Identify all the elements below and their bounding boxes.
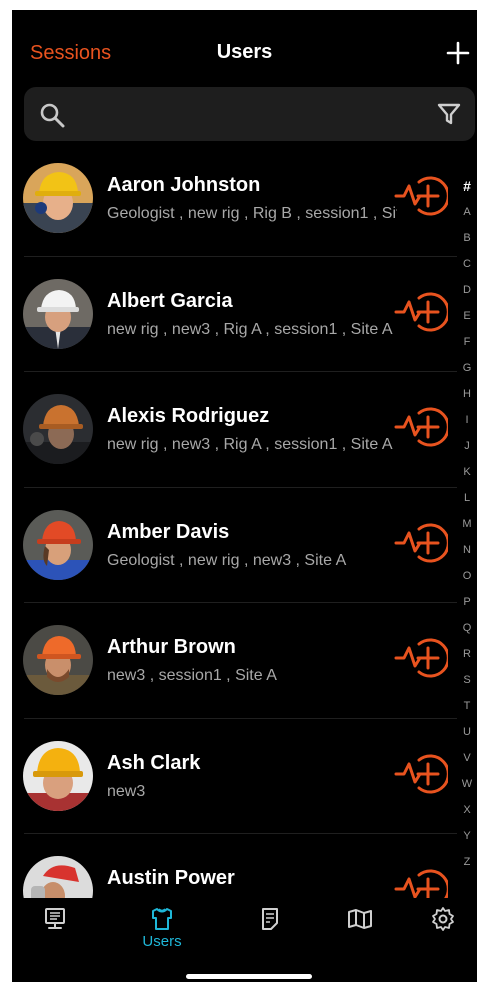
index-letter[interactable]: H [457,381,477,407]
shirt-icon [152,908,172,930]
list-item[interactable]: Amber Davis Geologist , new rig , new3 ,… [12,488,457,603]
list-item[interactable]: Aaron Johnston Geologist , new rig , Rig… [12,141,457,257]
user-name: Austin Power [107,867,235,889]
index-letter[interactable]: N [457,537,477,563]
index-letter[interactable]: R [457,641,477,667]
index-letter[interactable]: V [457,745,477,771]
index-letter[interactable]: A [457,199,477,225]
filter-icon[interactable] [436,101,462,127]
index-letter[interactable]: G [457,355,477,381]
index-letter[interactable]: P [457,589,477,615]
avatar [23,856,93,898]
user-list: Aaron Johnston Geologist , new rig , Rig… [12,141,457,898]
add-to-session-icon[interactable] [394,174,448,218]
user-name: Albert Garcia [107,289,233,312]
list-item[interactable]: Alexis Rodriguez new rig , new3 , Rig A … [12,372,457,488]
index-letter[interactable]: S [457,667,477,693]
list-item[interactable]: Ash Clark new3 [12,719,457,834]
add-to-session-icon[interactable] [394,405,448,449]
avatar [23,509,93,580]
list-item[interactable]: Albert Garcia new rig , new3 , Rig A , s… [12,257,457,372]
avatar [23,740,93,811]
add-user-icon[interactable] [446,41,470,65]
index-letter[interactable]: U [457,719,477,745]
index-letter[interactable]: Q [457,615,477,641]
add-to-session-icon[interactable] [394,290,448,334]
monitor-icon [45,908,65,929]
index-letter[interactable]: M [457,511,477,537]
index-letter[interactable]: K [457,459,477,485]
index-letter[interactable]: W [457,771,477,797]
bottom-nav: Users [12,898,477,982]
avatar [23,278,93,349]
index-letter[interactable]: D [457,277,477,303]
alphabet-index[interactable]: # A B C D E F G H I J K L M N O P Q R S … [457,173,477,875]
nav-map[interactable] [330,906,390,956]
nav-users-label: Users [142,933,182,950]
user-name: Amber Davis [107,520,230,543]
avatar [23,163,93,233]
gear-icon [432,907,454,931]
header: Sessions Users [12,10,477,86]
add-to-session-icon[interactable] [394,521,448,565]
home-indicator[interactable] [186,974,312,979]
add-to-session-icon[interactable] [394,636,448,680]
page-title: Users [216,41,273,63]
index-letter[interactable]: X [457,797,477,823]
user-tags: Geologist , new rig , Rig B , session1 ,… [107,205,397,222]
app-screen: Sessions Users Aaron Johnston Geologist … [12,10,477,982]
search-icon [40,103,65,128]
nav-settings[interactable] [413,906,473,956]
user-name: Arthur Brown [107,636,236,658]
add-to-session-icon[interactable] [394,867,448,898]
index-letter[interactable]: # [457,173,477,199]
index-letter[interactable]: B [457,225,477,251]
user-name: Aaron Johnston [107,174,261,196]
nav-sessions[interactable] [25,906,85,956]
user-tags: new rig , new3 , Rig A , session1 , Site… [107,436,393,453]
index-letter[interactable]: F [457,329,477,355]
index-letter[interactable]: Y [457,823,477,849]
index-letter[interactable]: Z [457,849,477,875]
list-item[interactable]: Austin Power [12,834,457,898]
list-item[interactable]: Arthur Brown new3 , session1 , Site A [12,603,457,719]
index-letter[interactable]: L [457,485,477,511]
user-tags: new3 [107,782,146,800]
index-letter[interactable]: E [457,303,477,329]
user-tags: new rig , new3 , Rig A , session1 , Site… [107,320,393,338]
index-letter[interactable]: O [457,563,477,589]
map-icon [348,909,372,929]
user-name: Ash Clark [107,751,201,774]
index-letter[interactable]: C [457,251,477,277]
index-letter[interactable]: T [457,693,477,719]
user-tags: new3 , session1 , Site A [107,667,277,684]
index-letter[interactable]: I [457,407,477,433]
index-letter[interactable]: J [457,433,477,459]
nav-users[interactable]: Users [132,906,192,956]
user-tags: Geologist , new rig , new3 , Site A [107,551,347,569]
avatar [23,394,93,464]
search-bar [24,87,475,141]
nav-documents[interactable] [240,906,300,956]
avatar [23,625,93,695]
add-to-session-icon[interactable] [394,752,448,796]
search-input[interactable] [74,87,424,141]
document-icon [262,908,278,930]
user-name: Alexis Rodriguez [107,405,270,427]
